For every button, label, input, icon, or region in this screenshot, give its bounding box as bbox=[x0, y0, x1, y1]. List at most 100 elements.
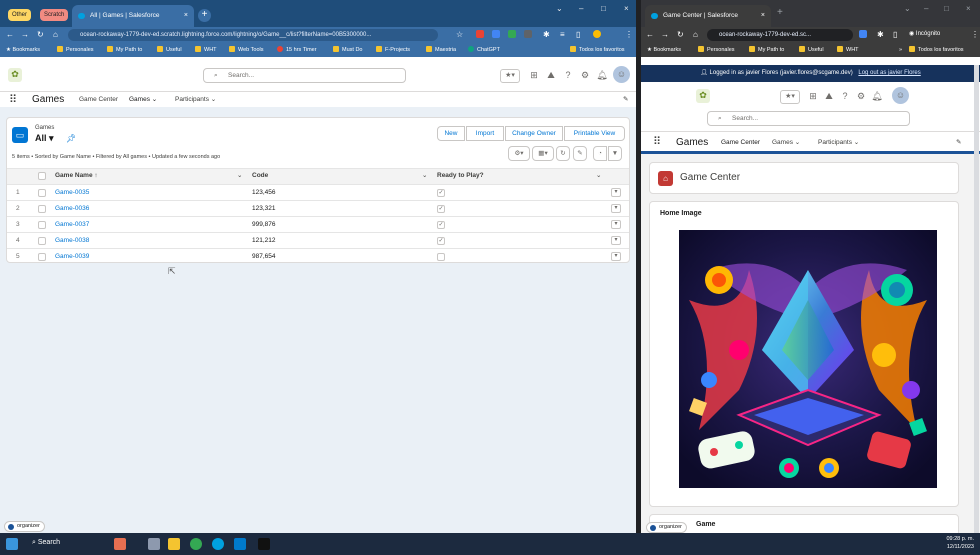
windows-start-icon[interactable] bbox=[6, 538, 18, 550]
edit-nav-icon[interactable]: ✎ bbox=[956, 135, 961, 151]
row-actions-chevron-icon[interactable]: ▾ bbox=[611, 220, 621, 229]
menu-icon[interactable]: ⋮ bbox=[971, 30, 979, 39]
bookmark-item[interactable]: Web Tools bbox=[229, 46, 263, 54]
active-tab[interactable]: All | Games | Salesforce × bbox=[72, 5, 194, 27]
trailhead-icon[interactable]: ⛰ bbox=[545, 69, 557, 81]
more-bookmarks-icon[interactable]: » bbox=[899, 46, 902, 54]
active-tab[interactable]: Game Center | Salesforce × bbox=[645, 5, 771, 27]
row-checkbox[interactable] bbox=[38, 189, 46, 197]
edit-list-icon[interactable]: ✎ bbox=[573, 146, 587, 161]
reload-icon[interactable]: ↻ bbox=[37, 30, 44, 39]
avatar[interactable] bbox=[593, 30, 601, 38]
bookmark-item[interactable]: 15 hrs Timer bbox=[277, 46, 317, 54]
game-name-link[interactable]: Game-0037 bbox=[55, 217, 89, 232]
gear-icon[interactable]: ⚙ bbox=[855, 90, 867, 102]
close-window-icon[interactable]: × bbox=[966, 4, 971, 13]
puzzle-icon[interactable]: ✱ bbox=[543, 30, 550, 39]
bookmark-item[interactable]: Maestria bbox=[426, 46, 456, 54]
refresh-icon[interactable]: ↻ bbox=[556, 146, 570, 161]
organizer-button[interactable]: organizer bbox=[4, 521, 45, 532]
trailhead-icon[interactable]: ⛰ bbox=[823, 90, 835, 102]
bookmarks-star[interactable]: ★ Bookmarks bbox=[647, 46, 681, 54]
printable-view-button[interactable]: Printable View bbox=[564, 126, 625, 141]
game-name-link[interactable]: Game-0036 bbox=[55, 201, 89, 216]
list-view-selector[interactable]: All ▾ bbox=[35, 133, 54, 144]
menu-icon[interactable]: ⋮ bbox=[625, 30, 633, 39]
reload-icon[interactable]: ↻ bbox=[677, 30, 684, 39]
nav-game-center[interactable]: Game Center bbox=[721, 135, 761, 153]
url-field[interactable]: ocean-rockaway-1779-dev-ed.scratch.light… bbox=[68, 29, 438, 41]
app-launcher-icon[interactable]: ⠿ bbox=[9, 93, 17, 106]
tab-group-other[interactable]: Other bbox=[8, 9, 32, 21]
row-checkbox[interactable] bbox=[38, 221, 46, 229]
close-window-icon[interactable]: × bbox=[624, 4, 629, 13]
bookmark-item[interactable]: Todos los favoritos bbox=[570, 46, 625, 54]
bookmark-item[interactable]: My Path to bbox=[107, 46, 142, 54]
minimize-icon[interactable]: – bbox=[579, 4, 583, 13]
row-checkbox[interactable] bbox=[38, 253, 46, 261]
row-actions-chevron-icon[interactable]: ▾ bbox=[611, 236, 621, 245]
game-name-link[interactable]: Game-0039 bbox=[55, 249, 89, 264]
game-name-link[interactable]: Game-0038 bbox=[55, 233, 89, 248]
global-search-input[interactable]: ⌕ Search... bbox=[707, 111, 910, 126]
column-menu-chevron-icon[interactable]: ⌄ bbox=[422, 168, 427, 184]
clock-time[interactable]: 09:28 p. m. bbox=[930, 536, 974, 542]
column-menu-chevron-icon[interactable]: ⌄ bbox=[237, 168, 242, 184]
app-launcher-icon[interactable]: ⠿ bbox=[653, 135, 661, 148]
forward-icon[interactable]: → bbox=[661, 30, 669, 39]
clock-date[interactable]: 12/11/2023 bbox=[930, 544, 974, 550]
file-explorer-icon[interactable] bbox=[168, 538, 180, 550]
sidepanel-icon[interactable]: ▯ bbox=[576, 30, 580, 39]
nav-participants[interactable]: Participants ⌄ bbox=[175, 92, 216, 108]
puzzle-icon[interactable]: ✱ bbox=[877, 30, 884, 39]
incognito-badge[interactable]: ◉ Incógnito bbox=[909, 30, 940, 37]
forward-icon[interactable]: → bbox=[21, 30, 29, 39]
game-name-link[interactable]: Game-0035 bbox=[55, 185, 89, 200]
extension-icon[interactable] bbox=[859, 30, 867, 38]
terminal-icon[interactable] bbox=[258, 538, 270, 550]
add-icon[interactable]: ⊞ bbox=[528, 69, 540, 81]
nav-games[interactable]: Games ⌄ bbox=[772, 135, 800, 151]
task-view-icon[interactable] bbox=[148, 538, 160, 550]
column-code[interactable]: Code bbox=[252, 168, 268, 184]
bookmark-item[interactable]: Must Do bbox=[333, 46, 362, 54]
edit-nav-icon[interactable]: ✎ bbox=[623, 92, 628, 108]
bookmark-item[interactable]: WHT bbox=[195, 46, 217, 54]
extension-icon[interactable] bbox=[524, 30, 532, 38]
bookmarks-star[interactable]: ★ Bookmarks bbox=[6, 46, 40, 54]
taskbar-search[interactable]: ⌕ Search bbox=[32, 539, 60, 547]
chart-icon[interactable]: ◔ bbox=[593, 146, 607, 161]
new-tab-button[interactable]: + bbox=[777, 7, 783, 18]
chevron-down-icon[interactable]: ⌄ bbox=[904, 4, 911, 13]
select-all-checkbox[interactable] bbox=[38, 172, 46, 180]
organizer-button[interactable]: organizer bbox=[646, 522, 687, 533]
tab-group-scratch[interactable]: Scratch bbox=[40, 9, 69, 21]
extension-icon[interactable] bbox=[476, 30, 484, 38]
filter-icon[interactable]: ▼ bbox=[608, 146, 622, 161]
bookmark-item[interactable]: Personales bbox=[698, 46, 735, 54]
column-menu-chevron-icon[interactable]: ⌄ bbox=[596, 168, 601, 184]
bookmark-item[interactable]: ChatGPT bbox=[468, 46, 500, 54]
column-ready[interactable]: Ready to Play? bbox=[437, 168, 484, 184]
bookmark-item[interactable]: Personales bbox=[57, 46, 94, 54]
import-button[interactable]: Import bbox=[466, 126, 504, 141]
vscode-icon[interactable] bbox=[234, 538, 246, 550]
scrollbar[interactable] bbox=[974, 65, 979, 533]
extension-icon[interactable] bbox=[492, 30, 500, 38]
close-tab-icon[interactable]: × bbox=[761, 5, 765, 27]
user-avatar[interactable]: ☺ bbox=[892, 87, 909, 104]
bookmark-item[interactable]: Useful bbox=[799, 46, 824, 54]
close-tab-icon[interactable]: × bbox=[184, 5, 188, 27]
reading-list-icon[interactable]: ≡ bbox=[560, 30, 565, 39]
column-game-name[interactable]: Game Name ↑ bbox=[55, 168, 98, 184]
minimize-icon[interactable]: – bbox=[924, 4, 928, 13]
display-as-button[interactable]: ▦▾ bbox=[532, 146, 554, 161]
global-search-input[interactable]: ⌕ Search... bbox=[203, 68, 406, 83]
star-icon[interactable]: ☆ bbox=[456, 30, 463, 39]
back-icon[interactable]: ← bbox=[646, 30, 654, 39]
user-avatar[interactable]: ☺ bbox=[613, 66, 630, 83]
new-button[interactable]: New bbox=[437, 126, 465, 141]
bookmark-item[interactable]: F-Projects bbox=[376, 46, 410, 54]
maximize-icon[interactable]: □ bbox=[944, 4, 949, 13]
list-settings-button[interactable]: ⚙▾ bbox=[508, 146, 530, 161]
